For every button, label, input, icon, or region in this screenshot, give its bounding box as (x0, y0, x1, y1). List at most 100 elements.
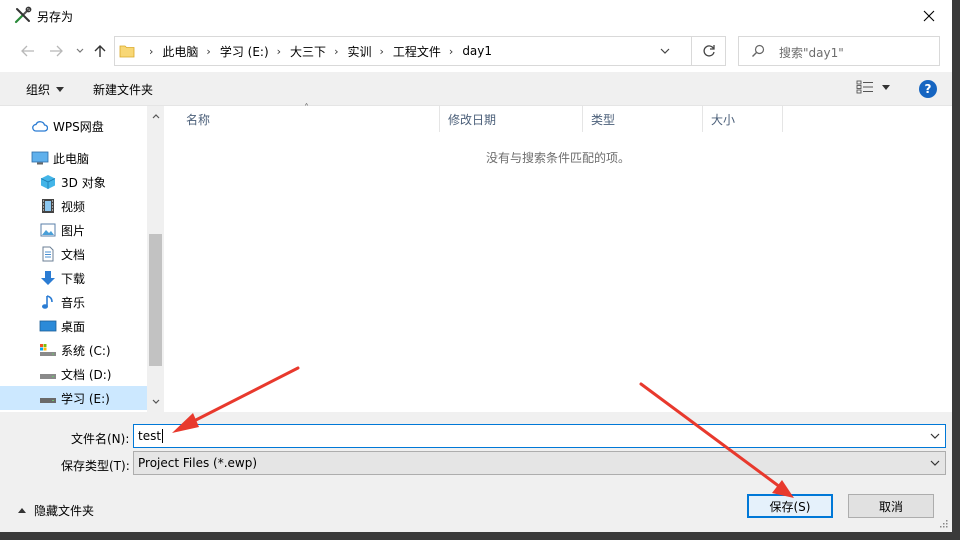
up-button[interactable] (90, 40, 110, 62)
video-icon (39, 197, 57, 215)
filename-value: test (138, 429, 162, 443)
save-as-dialog: 另存为 › 此电脑 › 学习 (E:) › 大三下 › 实训 › 工程文件 › … (0, 0, 952, 532)
breadcrumb-item[interactable]: 学习 (E:) (220, 43, 269, 60)
nav-item-label: 此电脑 (53, 151, 90, 166)
computer-icon (31, 149, 49, 167)
column-header-name[interactable]: 名称 (178, 106, 440, 132)
breadcrumb-item[interactable]: 大三下 (290, 43, 326, 60)
close-button[interactable] (906, 0, 952, 32)
nav-item-pictures[interactable]: 图片 (0, 218, 148, 242)
breadcrumb: › 此电脑 › 学习 (E:) › 大三下 › 实训 › 工程文件 › day1 (141, 37, 492, 65)
chevron-down-icon (152, 399, 159, 404)
recent-dropdown-button[interactable] (70, 40, 90, 62)
nav-item-wps-cloud[interactable]: WPS网盘 (0, 114, 148, 138)
address-history-dropdown[interactable] (655, 37, 675, 65)
scrollbar-thumb[interactable] (149, 234, 162, 366)
breadcrumb-item[interactable]: 工程文件 (393, 43, 441, 60)
scroll-down-button[interactable] (147, 393, 164, 410)
chevron-down-icon (930, 433, 940, 439)
back-button[interactable] (18, 40, 38, 62)
nav-item-downloads[interactable]: 下载 (0, 266, 148, 290)
nav-item-documents[interactable]: 文档 (0, 242, 148, 266)
column-header-modified[interactable]: 修改日期 (440, 106, 583, 132)
folder-icon (119, 45, 135, 58)
details-view-icon (856, 80, 873, 94)
filetype-label: 保存类型(T): (61, 459, 130, 473)
search-box[interactable]: 搜索"day1" (738, 36, 940, 66)
nav-item-label: 系统 (C:) (61, 343, 111, 358)
nav-item-3d-objects[interactable]: 3D 对象 (0, 170, 148, 194)
search-placeholder: 搜索"day1" (779, 46, 844, 60)
breadcrumb-separator[interactable]: › (379, 45, 383, 58)
nav-item-drive-d[interactable]: 文档 (D:) (0, 362, 148, 386)
nav-item-videos[interactable]: 视频 (0, 194, 148, 218)
navigation-pane: WPS网盘 此电脑 3D 对象 视频 图片 文档 下载 音乐 桌面 系统 (C:… (0, 106, 164, 412)
desktop-icon (39, 317, 57, 335)
drive-icon (39, 365, 57, 383)
nav-item-music[interactable]: 音乐 (0, 290, 148, 314)
drive-icon (39, 341, 57, 359)
3d-objects-icon (39, 173, 57, 191)
filename-input[interactable]: test (133, 424, 946, 448)
search-icon (752, 44, 765, 57)
scroll-up-button[interactable] (147, 108, 164, 125)
filetype-value: Project Files (*.ewp) (138, 456, 258, 470)
chevron-down-icon (76, 48, 84, 53)
nav-item-drive-c[interactable]: 系统 (C:) (0, 338, 148, 362)
arrow-right-icon (50, 45, 63, 57)
chevron-down-icon (660, 48, 670, 54)
caret-down-icon (882, 84, 890, 90)
nav-item-desktop[interactable]: 桌面 (0, 314, 148, 338)
breadcrumb-separator[interactable]: › (206, 45, 210, 58)
breadcrumb-item[interactable]: 此电脑 (162, 43, 198, 60)
drive-icon (39, 389, 57, 407)
chevron-up-icon (152, 114, 159, 119)
organize-button[interactable]: 组织 (26, 81, 65, 98)
save-form: 文件名(N): test 保存类型(T): Project Files (*.e… (0, 412, 952, 532)
resize-grip-icon[interactable] (938, 518, 948, 528)
nav-item-label: 文档 (D:) (61, 367, 112, 382)
new-folder-button[interactable]: 新建文件夹 (93, 81, 153, 98)
organize-label: 组织 (26, 83, 51, 97)
refresh-icon (702, 45, 715, 57)
navigation-bar: › 此电脑 › 学习 (E:) › 大三下 › 实训 › 工程文件 › day1 (0, 32, 952, 72)
view-options-button[interactable] (856, 80, 890, 94)
chevron-down-icon (930, 460, 940, 466)
hide-folders-toggle[interactable]: 隐藏文件夹 (18, 502, 94, 519)
caret-down-icon (56, 87, 65, 92)
column-header-size[interactable]: 大小 (703, 106, 783, 132)
nav-item-this-pc[interactable]: 此电脑 (0, 146, 148, 170)
nav-item-drive-e[interactable]: 学习 (E:) (0, 386, 148, 410)
address-bar[interactable]: › 此电脑 › 学习 (E:) › 大三下 › 实训 › 工程文件 › day1 (114, 36, 726, 66)
column-header-type[interactable]: 类型 (583, 106, 703, 132)
breadcrumb-separator[interactable]: › (449, 45, 453, 58)
nav-item-label: 音乐 (61, 295, 86, 310)
file-list: ˄ 名称 修改日期 类型 大小 没有与搜索条件匹配的项。 (164, 103, 952, 412)
breadcrumb-separator[interactable]: › (277, 45, 281, 58)
nav-item-label: 桌面 (61, 319, 86, 334)
text-caret (162, 429, 164, 443)
breadcrumb-item[interactable]: day1 (462, 44, 492, 58)
filetype-select[interactable]: Project Files (*.ewp) (133, 451, 946, 475)
breadcrumb-item[interactable]: 实训 (347, 43, 371, 60)
caret-up-icon (18, 508, 26, 513)
nav-item-label: 3D 对象 (61, 175, 106, 190)
nav-item-label: 下载 (61, 271, 86, 286)
nav-item-label: 图片 (61, 223, 86, 238)
picture-icon (39, 221, 57, 239)
window-title: 另存为 (37, 10, 74, 24)
refresh-button[interactable] (691, 37, 725, 65)
document-icon (39, 245, 57, 263)
arrow-up-icon (94, 45, 106, 57)
cloud-icon (31, 117, 49, 135)
cancel-button[interactable]: 取消 (848, 494, 934, 518)
breadcrumb-separator[interactable]: › (334, 45, 338, 58)
title-bar: 另存为 (0, 0, 952, 32)
empty-message: 没有与搜索条件匹配的项。 (485, 151, 630, 165)
help-button[interactable]: ? (919, 80, 937, 98)
tools-icon (14, 6, 32, 24)
nav-scrollbar[interactable] (147, 106, 164, 412)
save-button[interactable]: 保存(S) (747, 494, 833, 518)
filename-label: 文件名(N): (71, 432, 130, 446)
forward-button[interactable] (46, 40, 66, 62)
